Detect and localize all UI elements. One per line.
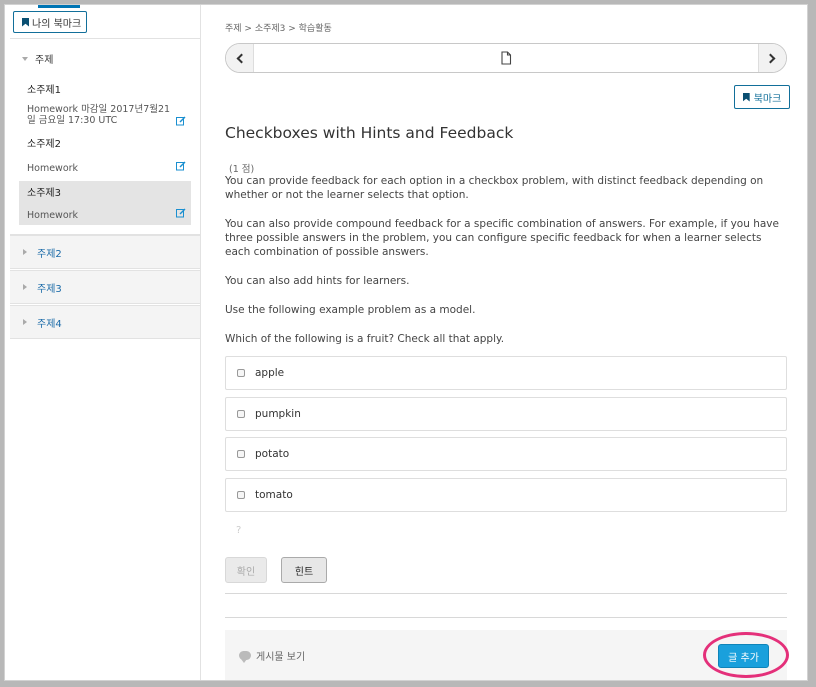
problem-title: Checkboxes with Hints and Feedback xyxy=(225,124,514,142)
choice-tomato[interactable]: tomato xyxy=(225,478,787,512)
show-posts-label: 게시물 보기 xyxy=(256,652,306,663)
submit-button[interactable]: 확인 xyxy=(225,557,267,583)
breadcrumb: 주제 > 소주제3 > 학습활동 xyxy=(225,24,332,34)
chapter-collapsed-4[interactable]: 주제4 xyxy=(10,305,200,339)
chapter-label: 주제4 xyxy=(37,318,62,330)
problem-paragraph: You can provide feedback for each option… xyxy=(225,175,764,201)
subsection-due-date: Homework 마감일 2017년7월21일 금요일 17:30 UTC xyxy=(27,104,171,126)
bookmark-button[interactable]: 북마크 xyxy=(734,85,790,109)
caret-right-icon xyxy=(23,249,27,255)
course-content: 주제 > 소주제3 > 학습활동 북마크 Checkboxes with Hin… xyxy=(202,5,807,680)
highlight-annotation xyxy=(703,632,789,678)
caret-right-icon xyxy=(23,284,27,290)
subsection-2[interactable]: 소주제2 Homework xyxy=(19,131,191,177)
chapter-label: 주제3 xyxy=(37,283,62,295)
choice-potato[interactable]: potato xyxy=(225,437,787,471)
bookmark-icon xyxy=(22,17,29,27)
checkbox[interactable] xyxy=(237,450,245,458)
chevron-left-icon xyxy=(236,53,247,63)
course-outline-sidebar: 나의 북마크 주제 소주제1 Homework 마감일 2017년7월21일 금… xyxy=(10,5,201,680)
choice-pumpkin[interactable]: pumpkin xyxy=(225,397,787,431)
next-unit-button[interactable] xyxy=(758,44,786,72)
subsection-title: 소주제2 xyxy=(27,139,61,150)
chapter-label: 주제 xyxy=(35,55,54,66)
problem-paragraph: You can also provide compound feedback f… xyxy=(225,218,779,258)
problem-paragraph: You can also add hints for learners. xyxy=(225,275,410,287)
subsection-type: Homework xyxy=(27,163,79,174)
problem-points: (1 점) xyxy=(229,164,255,175)
show-posts-button[interactable]: 게시물 보기 xyxy=(239,648,305,663)
checkbox[interactable] xyxy=(237,491,245,499)
document-icon[interactable] xyxy=(500,51,512,65)
chapter-expanded[interactable]: 주제 xyxy=(22,51,53,66)
edit-icon xyxy=(176,161,186,171)
problem-paragraph: Use the following example problem as a m… xyxy=(225,304,476,316)
divider xyxy=(225,617,787,618)
my-bookmarks-label: 나의 북마크 xyxy=(32,18,82,30)
edit-icon xyxy=(176,116,186,126)
subsection-type: Homework xyxy=(27,210,79,221)
page-frame: 나의 북마크 주제 소주제1 Homework 마감일 2017년7월21일 금… xyxy=(4,4,808,681)
caret-right-icon xyxy=(23,319,27,325)
bookmark-label: 북마크 xyxy=(753,93,782,105)
bookmark-icon xyxy=(742,92,750,102)
choice-label: tomato xyxy=(255,489,293,501)
sequence-navigation xyxy=(225,43,787,73)
divider xyxy=(10,38,200,39)
speech-bubble-icon xyxy=(239,651,251,663)
subsection-title: 소주제3 xyxy=(27,188,61,199)
chapter-collapsed-3[interactable]: 주제3 xyxy=(10,270,200,304)
choice-label: apple xyxy=(255,367,285,379)
divider xyxy=(225,593,787,594)
problem-question: Which of the following is a fruit? Check… xyxy=(225,333,505,345)
subsection-1[interactable]: 소주제1 Homework 마감일 2017년7월21일 금요일 17:30 U… xyxy=(19,77,191,126)
help-icon: ? xyxy=(236,525,242,536)
my-bookmarks-button[interactable]: 나의 북마크 xyxy=(13,11,87,33)
chapter-collapsed-2[interactable]: 주제2 xyxy=(10,235,200,269)
previous-unit-button[interactable] xyxy=(226,44,254,72)
checkbox[interactable] xyxy=(237,369,245,377)
choice-label: potato xyxy=(255,448,290,460)
choice-apple[interactable]: apple xyxy=(225,356,787,390)
hint-button[interactable]: 힌트 xyxy=(281,557,327,583)
checkbox[interactable] xyxy=(237,410,245,418)
edit-icon xyxy=(176,208,186,218)
chapter-label: 주제2 xyxy=(37,248,62,260)
subsection-3-active[interactable]: 소주제3 Homework xyxy=(19,181,191,225)
choice-label: pumpkin xyxy=(255,408,301,420)
subsection-title: 소주제1 xyxy=(27,85,61,96)
sidebar-active-indicator xyxy=(38,5,80,8)
chevron-right-icon xyxy=(765,53,776,63)
caret-down-icon xyxy=(22,56,28,61)
